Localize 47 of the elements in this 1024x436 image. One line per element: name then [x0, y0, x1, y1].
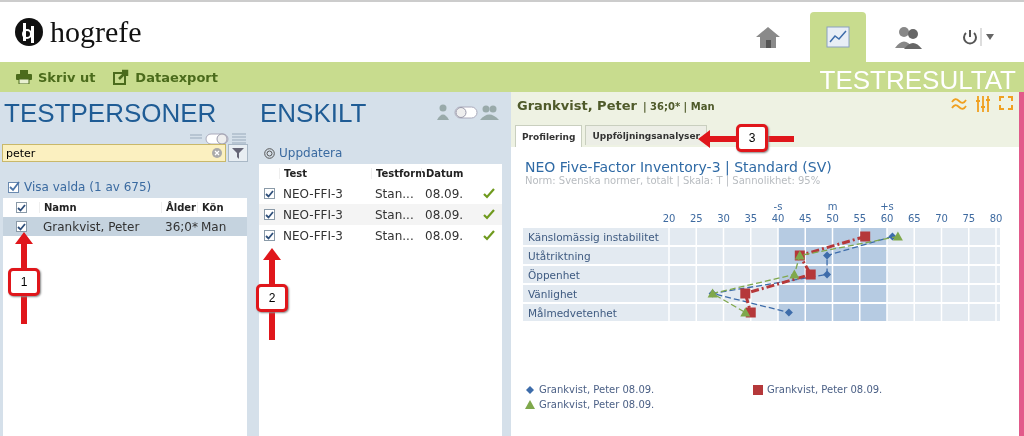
table-cell-text: 08.09. — [424, 207, 465, 222]
category-label: Målmedvetenhet — [528, 307, 617, 319]
axis-tick-label: 55 — [853, 213, 867, 224]
callout-number: 3 — [736, 124, 768, 152]
table-cell-text: Stan... — [374, 186, 415, 201]
axis-tick-label: 20 — [662, 213, 676, 224]
category-label: Utåtriktning — [528, 250, 591, 262]
axis-tick-label: 30 — [717, 213, 730, 224]
legend-item: Grankvist, Peter 08.09. — [525, 384, 753, 395]
callout-number: 2 — [256, 284, 288, 312]
table-cell-text: Stan... — [374, 207, 415, 222]
logo-text: hogrefe — [50, 15, 142, 49]
axis-marker-label: m — [827, 201, 838, 212]
axis-tick-label: 40 — [771, 213, 785, 224]
chart-subtitle: Norm: Svenska normer, totalt | Skala: T | Sannolikhet: 95% — [525, 175, 822, 186]
table-cell-text: NEO-FFI-3 — [282, 207, 344, 222]
axis-tick-label: 75 — [962, 213, 976, 224]
table-cell-text: NEO-FFI-3 — [282, 228, 344, 243]
axis-tick-label: 45 — [798, 213, 812, 224]
axis-tick-label: 60 — [880, 213, 894, 224]
category-label: Känslomässig instabilitet — [528, 231, 659, 243]
axis-tick-label: 50 — [826, 213, 839, 224]
axis-tick-label: 25 — [689, 213, 703, 224]
panel-title: ENSKILT — [259, 97, 367, 130]
table-cell-text: Man — [200, 219, 228, 234]
table-cell-text: Stan... — [374, 228, 415, 243]
table-cell-text: 08.09. — [424, 186, 465, 201]
axis-tick-label: 70 — [935, 213, 948, 224]
person-name: Grankvist, Peter — [517, 98, 637, 113]
axis-tick-label: 65 — [907, 213, 921, 224]
table-cell-text: 36;0* — [164, 219, 197, 234]
callout-number: 1 — [8, 268, 40, 296]
chart-title: NEO Five-Factor Inventory-3 | Standard (SV) — [525, 159, 833, 175]
legend-item: Grankvist, Peter 08.09. — [753, 384, 953, 395]
table-cell-text: 08.09. — [424, 228, 465, 243]
panel-title: TESTPERSONER — [3, 97, 218, 130]
axis-marker-label: -s — [773, 201, 783, 212]
legend-item: Grankvist, Peter 08.09. — [525, 399, 753, 410]
axis-tick-label: 80 — [989, 213, 1003, 224]
category-label: Öppenhet — [528, 269, 580, 281]
axis-tick-label: 35 — [744, 213, 758, 224]
table-cell-text: Grankvist, Peter — [42, 219, 141, 234]
category-label: Vänlighet — [528, 288, 578, 300]
axis-marker-label: +s — [880, 201, 894, 212]
person-details: | 36;0* | Man — [642, 101, 715, 112]
page-title: TESTRESULTAT — [819, 65, 1016, 96]
table-cell-text: NEO-FFI-3 — [282, 186, 344, 201]
